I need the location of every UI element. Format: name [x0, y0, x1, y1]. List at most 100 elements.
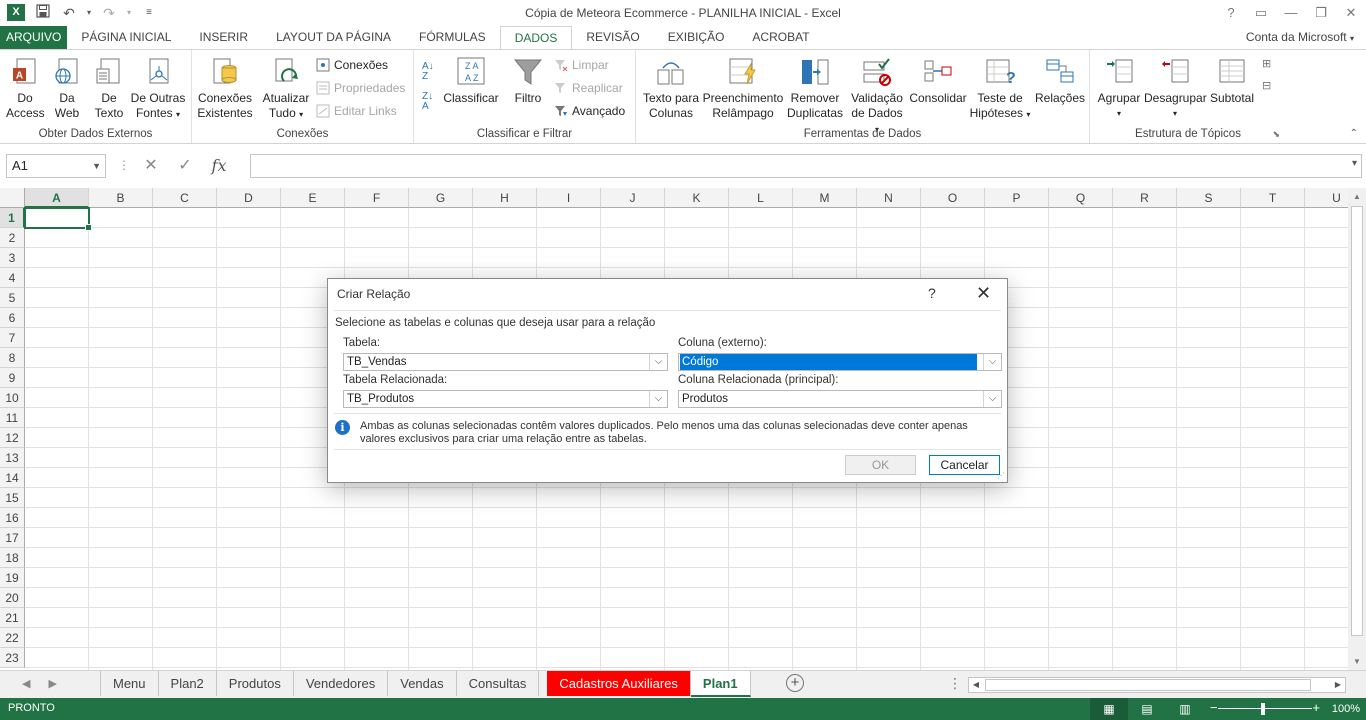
- column-header[interactable]: N: [857, 188, 921, 208]
- row-header[interactable]: 7: [0, 328, 25, 348]
- column-header[interactable]: T: [1241, 188, 1305, 208]
- row-header[interactable]: 3: [0, 248, 25, 268]
- column-header[interactable]: I: [537, 188, 601, 208]
- account-menu[interactable]: Conta da Microsoft ▾: [1246, 30, 1354, 44]
- chevron-down-icon[interactable]: ⌵: [983, 391, 1001, 407]
- zoom-knob[interactable]: [1261, 703, 1265, 715]
- advanced-filter-button[interactable]: Avançado: [554, 101, 625, 121]
- consolidate-button[interactable]: Consolidar: [908, 56, 968, 106]
- sort-button[interactable]: Z A A Z Classificar: [442, 56, 500, 106]
- sheet-tab-menu[interactable]: Menu: [100, 671, 159, 696]
- row-header[interactable]: 23: [0, 648, 25, 668]
- row-header[interactable]: 18: [0, 548, 25, 568]
- row-header[interactable]: 6: [0, 308, 25, 328]
- ungroup-button[interactable]: Desagrupar ▾: [1144, 56, 1207, 121]
- text-to-columns-button[interactable]: Texto para Colunas: [640, 56, 702, 121]
- from-text-button[interactable]: De Texto: [90, 56, 128, 121]
- show-detail-button[interactable]: ⊞: [1262, 54, 1271, 74]
- next-sheet-icon[interactable]: ▶: [48, 677, 56, 690]
- column-header[interactable]: S: [1177, 188, 1241, 208]
- sheet-tab-vendedores[interactable]: Vendedores: [294, 671, 389, 696]
- column-header[interactable]: K: [665, 188, 729, 208]
- active-cell[interactable]: [24, 207, 92, 231]
- from-other-sources-button[interactable]: De Outras Fontes ▾: [128, 56, 188, 122]
- row-header[interactable]: 1: [0, 208, 25, 228]
- from-access-button[interactable]: A Do Access: [6, 56, 45, 121]
- ribbon-display-button[interactable]: ▭: [1246, 0, 1276, 26]
- restore-button[interactable]: ❐: [1306, 0, 1336, 26]
- horizontal-scrollbar[interactable]: ◀ ▶: [968, 677, 1346, 693]
- zoom-slider[interactable]: − +: [1210, 698, 1320, 720]
- formula-input[interactable]: ▾: [250, 154, 1362, 178]
- column-header[interactable]: E: [281, 188, 345, 208]
- column-header[interactable]: F: [345, 188, 409, 208]
- page-break-view-icon[interactable]: ▥: [1166, 698, 1204, 720]
- flash-fill-button[interactable]: Preenchimento Relâmpago: [702, 56, 784, 121]
- zoom-in-icon[interactable]: +: [1312, 700, 1320, 715]
- ok-button[interactable]: OK: [845, 455, 916, 475]
- column-select[interactable]: Código ⌵: [678, 353, 1002, 371]
- dialog-help-button[interactable]: ?: [928, 285, 936, 301]
- minimize-button[interactable]: —: [1276, 0, 1306, 26]
- expand-formula-icon[interactable]: ▾: [1352, 158, 1357, 169]
- collapse-ribbon-icon[interactable]: ⌃: [1350, 128, 1358, 139]
- row-header[interactable]: 22: [0, 628, 25, 648]
- data-validation-button[interactable]: Validação de Dados ▾: [848, 56, 906, 137]
- horizontal-scroll-thumb[interactable]: [985, 679, 1311, 691]
- row-header[interactable]: 17: [0, 528, 25, 548]
- column-header[interactable]: L: [729, 188, 793, 208]
- zoom-out-icon[interactable]: −: [1210, 700, 1218, 715]
- row-header[interactable]: 20: [0, 588, 25, 608]
- row-header[interactable]: 14: [0, 468, 25, 488]
- tab-page-layout[interactable]: LAYOUT DA PÁGINA: [262, 26, 405, 50]
- row-header[interactable]: 4: [0, 268, 25, 288]
- dialog-close-button[interactable]: ✕: [976, 283, 991, 304]
- scroll-up-icon[interactable]: ▲: [1348, 192, 1366, 201]
- add-sheet-icon[interactable]: +: [786, 674, 804, 692]
- row-header[interactable]: 21: [0, 608, 25, 628]
- tab-view[interactable]: EXIBIÇÃO: [654, 26, 739, 50]
- sort-az-button[interactable]: A↓ Z: [422, 62, 434, 82]
- sheet-tab-produtos[interactable]: Produtos: [217, 671, 294, 696]
- row-header[interactable]: 12: [0, 428, 25, 448]
- column-header[interactable]: P: [985, 188, 1049, 208]
- reapply-button[interactable]: Reaplicar: [554, 78, 623, 98]
- page-layout-view-icon[interactable]: ▤: [1128, 698, 1166, 720]
- existing-connections-button[interactable]: Conexões Existentes: [196, 56, 254, 121]
- column-header[interactable]: M: [793, 188, 857, 208]
- vertical-scroll-thumb[interactable]: [1351, 206, 1363, 636]
- refresh-all-button[interactable]: Atualizar Tudo ▾: [260, 56, 312, 122]
- chevron-down-icon[interactable]: ⌵: [983, 354, 1001, 370]
- tab-file[interactable]: ARQUIVO: [0, 26, 68, 50]
- column-header[interactable]: C: [153, 188, 217, 208]
- help-button[interactable]: ?: [1216, 0, 1246, 26]
- tab-formulas[interactable]: FÓRMULAS: [405, 26, 500, 50]
- column-header[interactable]: D: [217, 188, 281, 208]
- column-header[interactable]: Q: [1049, 188, 1113, 208]
- scroll-down-icon[interactable]: ▼: [1348, 657, 1366, 666]
- hide-detail-button[interactable]: ⊟: [1262, 76, 1271, 96]
- row-header[interactable]: 9: [0, 368, 25, 388]
- sheet-tab-cadastros-auxiliares[interactable]: Cadastros Auxiliares: [547, 671, 691, 696]
- filter-button[interactable]: Filtro: [508, 56, 548, 106]
- tab-review[interactable]: REVISÃO: [572, 26, 653, 50]
- from-web-button[interactable]: Da Web: [50, 56, 84, 121]
- column-header[interactable]: H: [473, 188, 537, 208]
- cancel-button[interactable]: Cancelar: [929, 455, 1000, 475]
- scroll-left-icon[interactable]: ◀: [969, 678, 983, 692]
- row-header[interactable]: 2: [0, 228, 25, 248]
- vertical-scrollbar[interactable]: ▲ ▼: [1348, 188, 1366, 670]
- row-header[interactable]: 15: [0, 488, 25, 508]
- column-header[interactable]: G: [409, 188, 473, 208]
- close-button[interactable]: ✕: [1336, 0, 1366, 26]
- sort-za-button[interactable]: Z↓ A: [422, 92, 433, 112]
- dialog-launcher-icon[interactable]: ⬊: [1272, 129, 1280, 140]
- subtotal-button[interactable]: Subtotal: [1206, 56, 1258, 106]
- enter-icon[interactable]: ✓: [168, 154, 202, 178]
- sheet-tab-plan1[interactable]: Plan1: [690, 671, 751, 697]
- tab-split-handle-icon[interactable]: ⋮: [948, 675, 962, 692]
- column-header[interactable]: R: [1113, 188, 1177, 208]
- column-header[interactable]: O: [921, 188, 985, 208]
- remove-duplicates-button[interactable]: Remover Duplicatas: [784, 56, 846, 121]
- select-all-corner[interactable]: [0, 188, 25, 208]
